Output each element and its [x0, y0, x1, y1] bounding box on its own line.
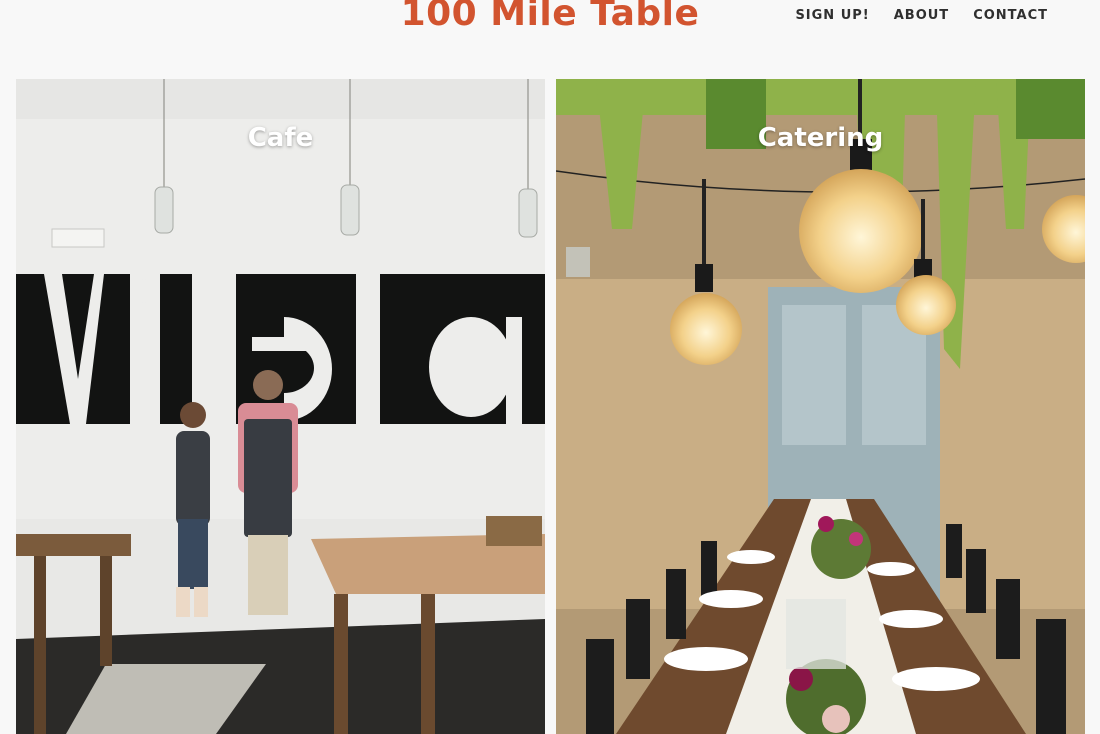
catering-tile-label: Catering [757, 123, 884, 153]
cafe-photo [16, 79, 545, 734]
catering-tile[interactable]: Catering [556, 79, 1085, 734]
nav-contact-link[interactable]: CONTACT [973, 8, 1048, 23]
cafe-tile[interactable]: Cafe [16, 79, 545, 734]
main-nav: SIGN UP! ABOUT CONTACT [795, 8, 1048, 23]
site-header: 100 Mile Table SIGN UP! ABOUT CONTACT [0, 0, 1100, 78]
cafe-tile-label: Cafe [247, 123, 314, 153]
nav-about-link[interactable]: ABOUT [894, 8, 949, 23]
catering-photo [556, 79, 1085, 734]
nav-sign-up-link[interactable]: SIGN UP! [795, 8, 869, 23]
